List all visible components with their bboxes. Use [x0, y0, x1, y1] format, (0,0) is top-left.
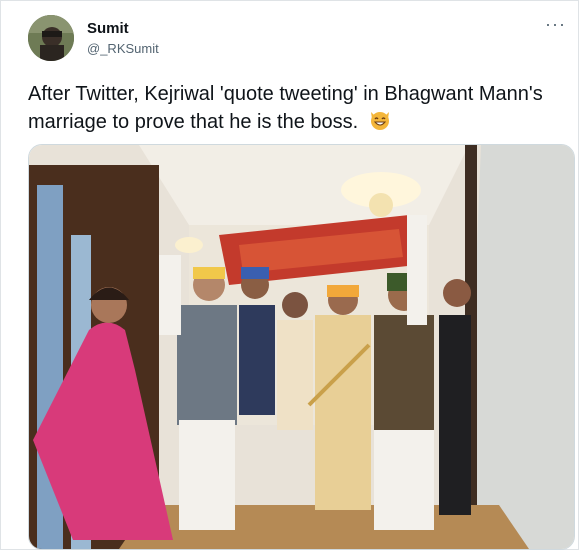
- grinning-cat-icon: [368, 108, 392, 140]
- more-options-button[interactable]: ···: [545, 15, 566, 33]
- wedding-photo-image: [29, 145, 574, 549]
- avatar[interactable]: [28, 15, 74, 61]
- tweet-card: Sumit @_RKSumit ··· After Twitter, Kejri…: [0, 0, 579, 550]
- tweet-text: After Twitter, Kejriwal 'quote tweeting'…: [28, 81, 558, 140]
- author-name[interactable]: Sumit: [87, 20, 129, 37]
- tweet-photo[interactable]: [28, 144, 575, 550]
- more-horizontal-icon: ···: [545, 14, 566, 34]
- author-handle[interactable]: @_RKSumit: [87, 41, 159, 56]
- tweet-body: After Twitter, Kejriwal 'quote tweeting'…: [28, 83, 543, 133]
- avatar-image: [28, 15, 74, 61]
